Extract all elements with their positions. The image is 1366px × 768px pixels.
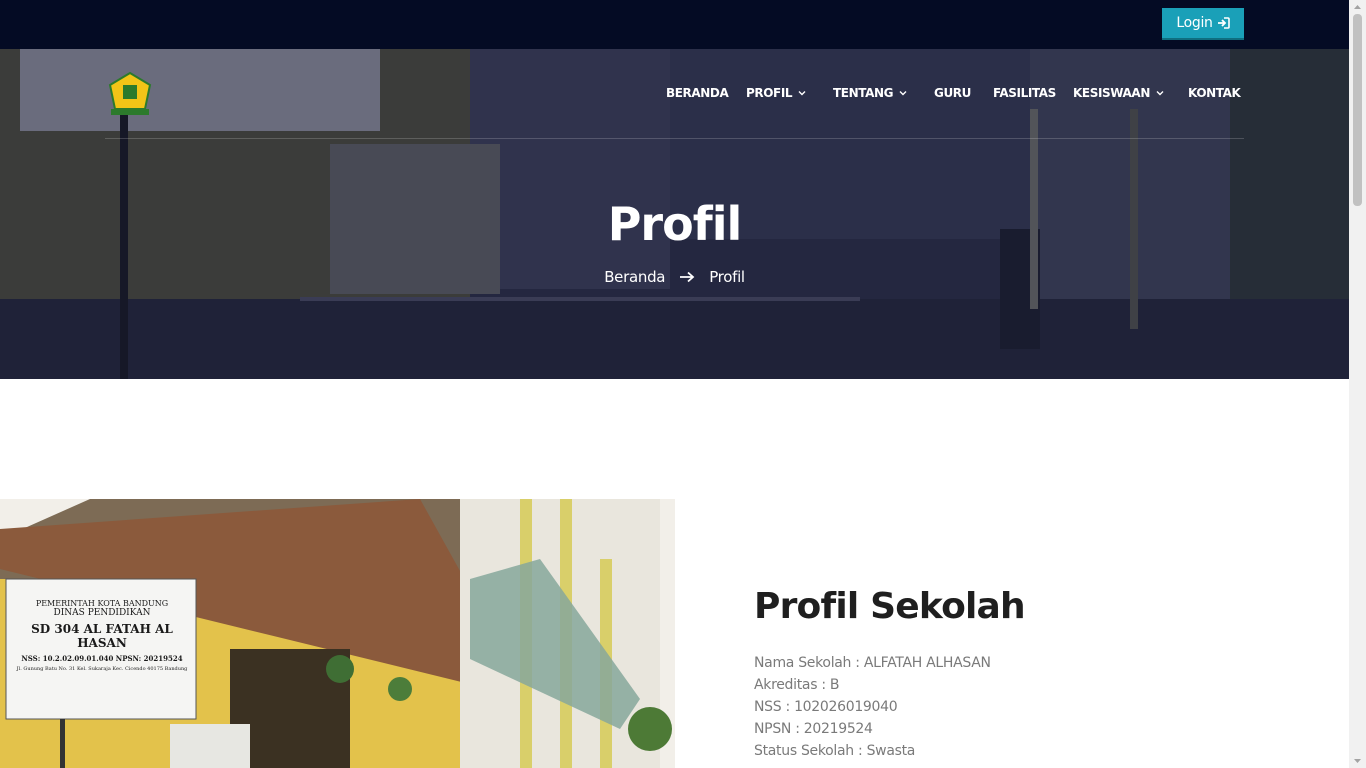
nav-label: KESISWAAN: [1073, 86, 1150, 100]
hero-banner: BERANDA PROFIL TENTANG GURU FASILITAS KE…: [0, 49, 1349, 379]
breadcrumb: Beranda Profil: [0, 268, 1349, 286]
photo-sign-line: NSS: 10.2.02.09.01.040 NPSN: 20219524: [21, 654, 183, 663]
scroll-down-icon[interactable]: [1353, 757, 1362, 765]
nav-fasilitas[interactable]: FASILITAS: [993, 86, 1056, 100]
nav-guru[interactable]: GURU: [934, 86, 971, 100]
profile-row: Nama Sekolah : ALFATAH ALHASAN: [754, 655, 991, 671]
nav-kontak[interactable]: KONTAK: [1188, 86, 1241, 100]
arrow-right-icon: [680, 271, 695, 283]
photo-sign-line: DINAS PENDIDIKAN: [53, 608, 151, 618]
photo-sign-line: PEMERINTAH KOTA BANDUNG: [35, 599, 169, 608]
chevron-down-icon: [1156, 91, 1164, 96]
chevron-down-icon: [798, 91, 806, 96]
login-label: Login: [1176, 15, 1213, 31]
profile-row: Status Sekolah : Swasta: [754, 743, 916, 759]
sign-in-icon: [1217, 17, 1230, 29]
photo-sign-line: SD 304 AL FATAH AL HASAN: [31, 622, 173, 650]
nav-tentang[interactable]: TENTANG: [833, 86, 907, 100]
nav-divider: [105, 138, 1244, 139]
nav-profil[interactable]: PROFIL: [746, 86, 806, 100]
scroll-thumb[interactable]: [1353, 14, 1362, 206]
breadcrumb-current: Profil: [709, 268, 745, 286]
photo-sign-line: Jl. Gunung Batu No. 31 Kel. Sukaraja Kec…: [16, 666, 188, 672]
login-button[interactable]: Login: [1162, 8, 1244, 40]
nav-label: GURU: [934, 86, 971, 100]
page-title: Profil: [607, 197, 743, 251]
scroll-up-icon[interactable]: [1353, 3, 1362, 11]
nav-beranda[interactable]: BERANDA: [666, 86, 729, 100]
nav-label: BERANDA: [666, 86, 729, 100]
nav-label: TENTANG: [833, 86, 894, 100]
main-nav: BERANDA PROFIL TENTANG GURU FASILITAS KE…: [0, 86, 1349, 106]
nav-label: PROFIL: [746, 86, 793, 100]
page-scrollbar[interactable]: [1349, 0, 1366, 768]
nav-label: KONTAK: [1188, 86, 1241, 100]
profile-row: NPSN : 20219524: [754, 721, 873, 737]
profile-info: Nama Sekolah : ALFATAH ALHASAN Akreditas…: [754, 652, 991, 762]
top-bar: Login: [0, 0, 1349, 49]
school-photo: PEMERINTAH KOTA BANDUNG DINAS PENDIDIKAN…: [0, 499, 675, 768]
nav-kesiswaan[interactable]: KESISWAAN: [1073, 86, 1164, 100]
nav-label: FASILITAS: [993, 86, 1056, 100]
breadcrumb-home[interactable]: Beranda: [604, 268, 665, 286]
profile-title: Profil Sekolah: [754, 586, 1026, 627]
profile-row: Akreditas : B: [754, 677, 840, 693]
profile-row: NSS : 102026019040: [754, 699, 898, 715]
chevron-down-icon: [899, 91, 907, 96]
